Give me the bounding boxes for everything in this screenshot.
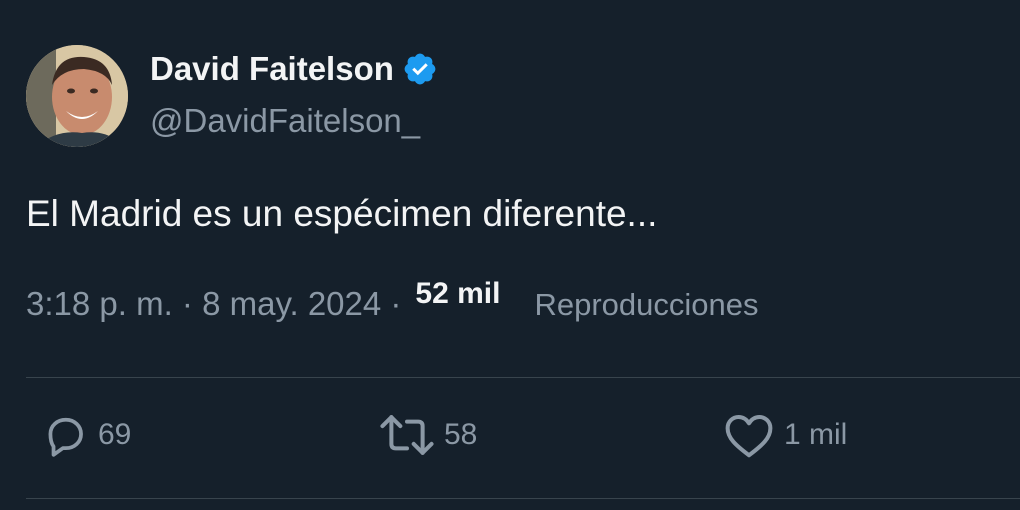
reply-count: 69 (98, 418, 132, 451)
retweet-icon (380, 415, 434, 455)
like-button[interactable]: 1 mil (722, 410, 847, 460)
action-bar: 69 58 1 mil (0, 410, 1020, 470)
author-handle[interactable]: @DavidFaitelson_ (150, 102, 420, 140)
reply-icon (48, 417, 83, 457)
avatar-image (26, 45, 128, 147)
avatar[interactable] (26, 45, 128, 147)
author-name[interactable]: David Faitelson (150, 50, 394, 88)
views-count: 52 mil (415, 277, 501, 310)
tweet-time[interactable]: 3:18 p. m. (26, 285, 173, 323)
retweet-count: 58 (444, 418, 478, 451)
heart-icon (725, 414, 773, 458)
tweet-meta: 3:18 p. m. · 8 may. 2024 · 52 mil Reprod… (26, 277, 759, 323)
reply-button[interactable]: 69 (40, 410, 131, 460)
author-name-row[interactable]: David Faitelson (150, 50, 438, 88)
tweet-date[interactable]: 8 may. 2024 (202, 285, 381, 323)
meta-separator: · (172, 285, 203, 322)
like-count: 1 mil (784, 418, 848, 451)
divider (26, 377, 1020, 378)
divider (26, 498, 1020, 499)
verified-badge-icon (402, 51, 438, 87)
views-label: Reproducciones (534, 287, 759, 322)
meta-separator: · (381, 285, 402, 322)
tweet-text: El Madrid es un espécimen diferente... (26, 193, 658, 234)
retweet-button[interactable]: 58 (378, 410, 477, 460)
